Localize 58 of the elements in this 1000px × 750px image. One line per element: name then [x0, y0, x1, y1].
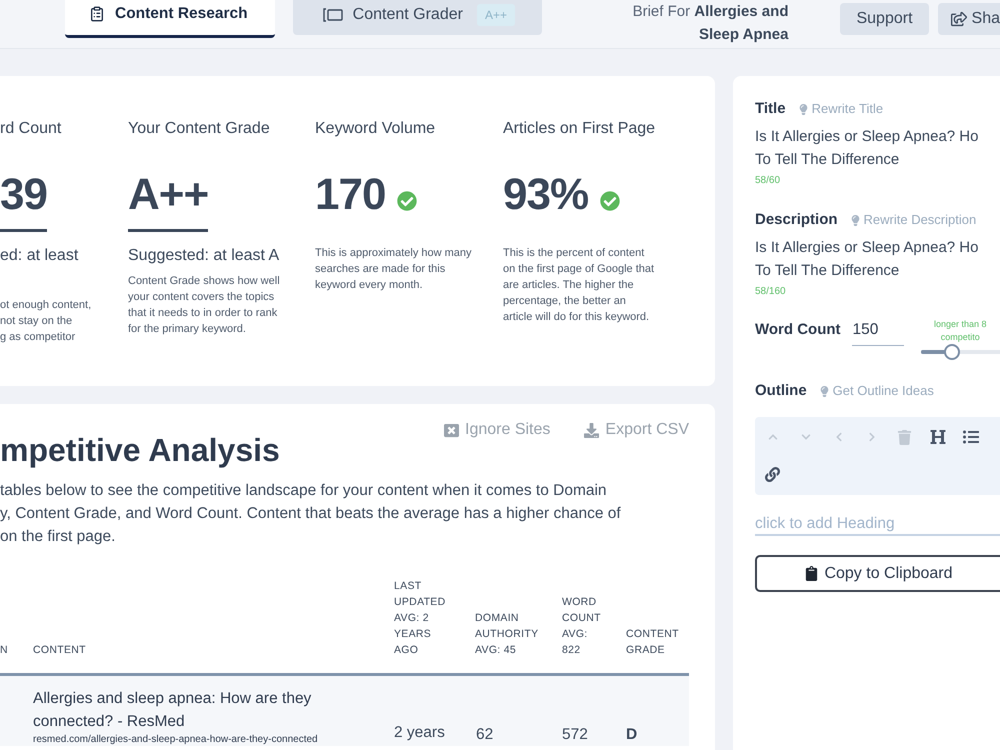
- trash-icon: [897, 430, 912, 444]
- close-icon: [444, 422, 460, 438]
- character-count: 58/60: [755, 174, 782, 188]
- intro-text: tables below to see the competitive landscape for your content when it comes to Domain y, Content Grade, and Word Count. Content that beats the average has a higher chance of on the first page.: [0, 481, 622, 547]
- slider-hint: longer than 8 competito: [933, 318, 988, 344]
- stat-description: ot enough content, not stay on the g as competitor: [0, 298, 92, 345]
- share-icon: [950, 11, 967, 27]
- stat-value: 39: [0, 169, 47, 221]
- tab[interactable]: Content Research: [65, 0, 275, 38]
- table-cell: 572: [562, 725, 588, 745]
- chevron-left-icon: [834, 432, 844, 442]
- download-icon: [584, 422, 600, 438]
- suggested-text: ed: at least: [0, 246, 78, 266]
- stat-title: Articles on First Page: [503, 119, 656, 139]
- grade-cell: D: [626, 725, 638, 745]
- lightbulb-icon: [818, 386, 830, 396]
- character-count: 58/160: [755, 285, 787, 299]
- field-label: Word Count: [755, 320, 841, 340]
- clipboard-icon: [89, 6, 105, 22]
- stat-value: 170: [315, 169, 386, 221]
- title-text: Is It Allergies or Sleep Apnea? Ho To Tell The Difference: [755, 127, 980, 170]
- field-label: Outline: [755, 381, 807, 401]
- stat-title: Your Content Grade: [128, 119, 270, 139]
- lightbulb-icon: [798, 104, 809, 114]
- field-label: Description: [755, 210, 838, 230]
- frame-icon: [322, 6, 343, 22]
- share-button[interactable]: Sha: [938, 3, 1000, 35]
- brief-title: Brief For Allergies and Sleep Apnea: [632, 2, 788, 45]
- stat-title: Keyword Volume: [315, 119, 436, 139]
- grade-badge: A++: [476, 4, 515, 26]
- table-cell: 2 years: [394, 723, 445, 743]
- table-cell: 62: [476, 725, 494, 745]
- field-label: Title: [755, 99, 786, 119]
- stat-description: This is the percent of content on the first page of Google that are articles. The higher the percentage, the better an article will do for this keyword.: [503, 246, 654, 325]
- chevron-right-icon: [866, 432, 876, 442]
- stat-description: This is approximately how many searches are made for this keyword every month.: [315, 246, 472, 293]
- word-count-field[interactable]: 150: [852, 314, 904, 346]
- clipboard-icon: [804, 566, 820, 581]
- suggested-text: Suggested: at least A: [128, 246, 280, 266]
- heading-field[interactable]: click to add Heading: [755, 514, 1000, 536]
- chevron-up-icon: [768, 432, 778, 442]
- support-button[interactable]: Support: [840, 3, 929, 35]
- slider-thumb[interactable]: [944, 344, 960, 360]
- stat-value: A++: [128, 169, 208, 221]
- article-title: Allergies and sleep apnea: How are they connected? - ResMed: [33, 689, 312, 732]
- tab[interactable]: Content Grader A++: [292, 0, 542, 35]
- stat-title: rd Count: [0, 119, 62, 139]
- link-icon: [765, 466, 780, 482]
- heading-icon: [930, 429, 946, 445]
- article-url: resmed.com/allergies-and-sleep-apnea-how-are-they-connected: [33, 733, 319, 746]
- stat-description: Content Grade shows how well your content covers the topics that it needs to in order to rank for the primary keyword.: [128, 274, 280, 337]
- description-text: Is It Allergies or Sleep Apnea? Ho To Tell The Difference: [755, 238, 980, 281]
- section-title: mpetitive Analysis: [0, 431, 280, 469]
- chevron-down-icon: [800, 432, 810, 442]
- copy-button[interactable]: Copy to Clipboard: [755, 555, 1000, 592]
- lightbulb-icon: [850, 214, 861, 226]
- list-icon: [962, 429, 978, 445]
- stat-value: 93%: [503, 169, 588, 221]
